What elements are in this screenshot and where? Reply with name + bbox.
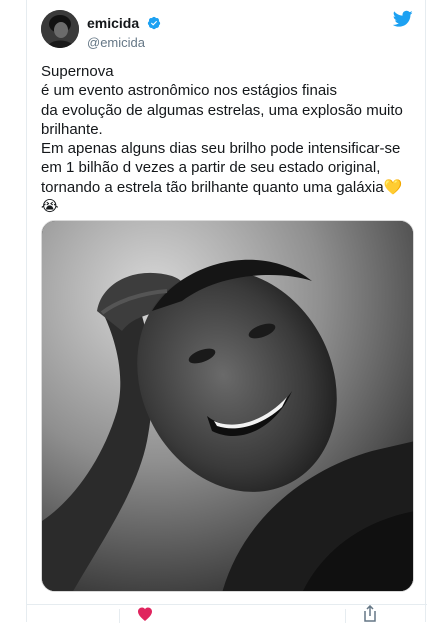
author-names: emicida @emicida (87, 14, 161, 50)
action-divider (119, 609, 120, 623)
verified-badge-icon (147, 16, 161, 30)
crying-face-emoji: 😭 (41, 198, 59, 216)
tweet-line-text: tornando a estrela tão brilhante quanto … (41, 178, 384, 196)
tweet-line: Em apenas alguns dias seu brilho pode in… (41, 140, 401, 158)
tweet-line: Supernova (41, 63, 114, 80)
twitter-bird-icon[interactable] (392, 10, 413, 28)
tweet-header: emicida @emicida (41, 10, 413, 54)
author-handle[interactable]: @emicida (87, 35, 161, 50)
tweet-line: 😭 (41, 197, 413, 216)
tweet-line: em 1 bilhão d vezes a partir de seu esta… (41, 159, 381, 177)
display-name[interactable]: emicida (87, 15, 139, 31)
tweet-photo[interactable] (41, 220, 414, 592)
avatar[interactable] (41, 10, 79, 48)
heart-icon[interactable] (137, 605, 153, 623)
tweet-line: é um evento astronômico nos estágios fin… (41, 82, 337, 100)
tweet-actions (27, 604, 427, 623)
tweet-text: Supernova é um evento astronômico nos es… (41, 62, 413, 216)
yellow-heart-emoji: 💛 (383, 178, 403, 196)
share-icon[interactable] (363, 604, 377, 623)
tweet-line: da evolução de algumas estrelas, uma exp… (41, 101, 403, 119)
tweet-line: tornando a estrela tão brilhante quanto … (41, 178, 413, 197)
action-divider (345, 609, 346, 623)
tweet-card: emicida @emicida Supernova é um evento a… (26, 0, 427, 623)
tweet-line: brilhante. (41, 120, 103, 138)
